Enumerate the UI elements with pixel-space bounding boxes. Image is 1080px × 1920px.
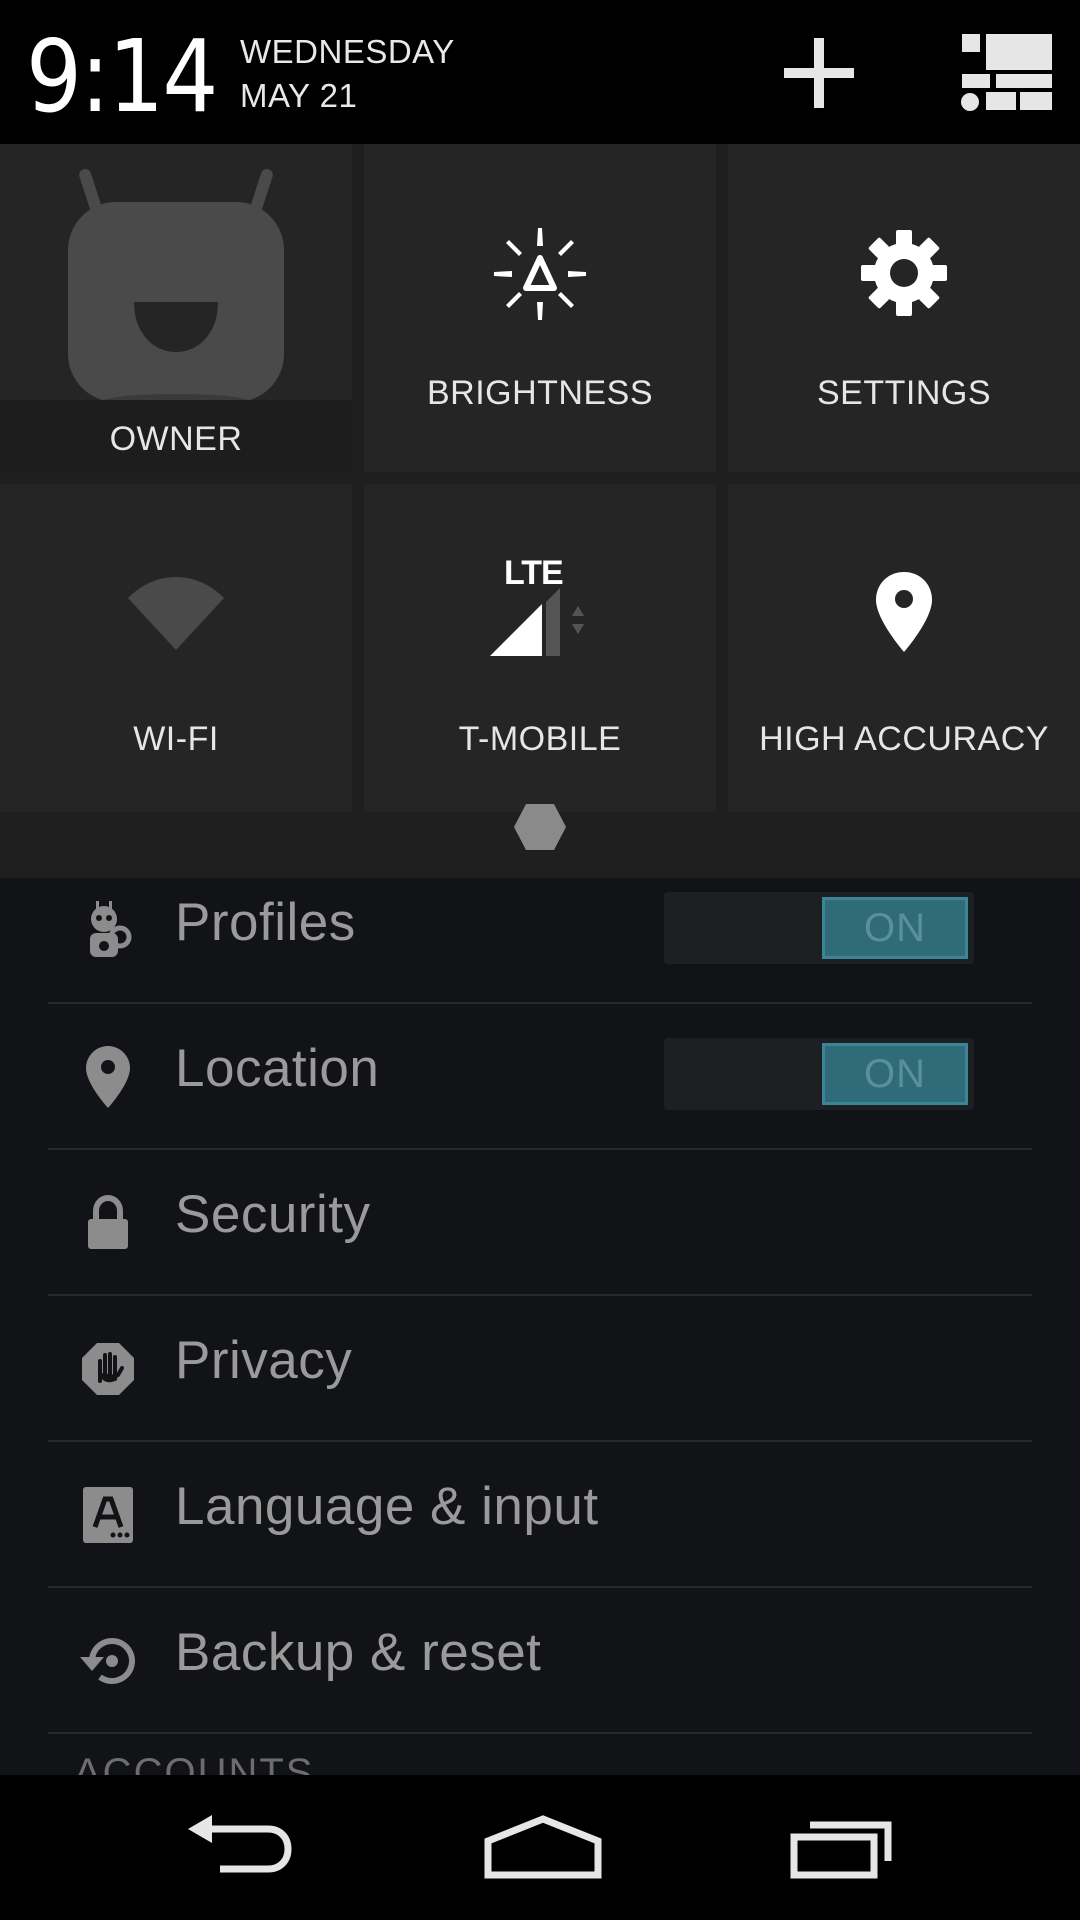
tile-location[interactable]: HIGH ACCURACY	[728, 484, 1080, 812]
settings-row-label: Location	[175, 1039, 380, 1098]
shade-header: 9:14 WEDNESDAY MAY 21	[0, 0, 1080, 144]
plus-icon	[784, 38, 854, 108]
tile-mobile-network[interactable]: LTE T-MOBILE	[364, 484, 716, 812]
profiles-toggle[interactable]: ON	[664, 892, 974, 964]
home-icon	[484, 1815, 602, 1879]
settings-row-label: Backup & reset	[175, 1623, 542, 1682]
back-icon	[188, 1815, 292, 1873]
toggle-thumb: ON	[822, 1043, 968, 1105]
location-pin-icon	[876, 572, 932, 652]
add-button[interactable]	[774, 28, 864, 118]
date[interactable]: WEDNESDAY MAY 21	[240, 30, 455, 118]
settings-row-backup[interactable]: Backup & reset	[48, 1588, 1032, 1734]
tile-label: HIGH ACCURACY	[759, 720, 1049, 758]
settings-row-security[interactable]: Security	[48, 1150, 1032, 1296]
recents-icon	[790, 1821, 892, 1879]
navigation-bar	[0, 1775, 1080, 1920]
tile-label: WI-FI	[133, 720, 219, 758]
tile-label: SETTINGS	[816, 374, 992, 412]
settings-row-location[interactable]: Location ON	[48, 1004, 1032, 1150]
wifi-icon	[128, 577, 224, 650]
clock[interactable]: 9:14	[26, 18, 218, 135]
brightness-auto-icon	[494, 228, 586, 320]
lock-icon	[78, 1193, 138, 1253]
settings-row-label: Language & input	[175, 1477, 599, 1536]
tile-label: BRIGHTNESS	[426, 374, 654, 412]
settings-row-label: Security	[175, 1185, 371, 1244]
settings-row-label: Privacy	[175, 1331, 353, 1390]
location-toggle[interactable]: ON	[664, 1038, 974, 1110]
profiles-icon	[78, 901, 138, 961]
privacy-hand-icon	[78, 1339, 138, 1399]
recents-button[interactable]	[780, 1805, 900, 1895]
settings-row-label: Profiles	[175, 893, 356, 952]
shade-handle-icon[interactable]	[512, 802, 568, 852]
screen: Profiles ON Location ON Security Privacy…	[0, 0, 1080, 1920]
toggle-thumb: ON	[822, 897, 968, 959]
tile-brightness[interactable]: BRIGHTNESS	[364, 144, 716, 472]
backup-restore-icon	[78, 1631, 138, 1691]
tiles-view-icon	[961, 34, 1052, 111]
back-button[interactable]	[180, 1805, 300, 1895]
network-type-label: LTE	[504, 554, 564, 592]
date-weekday: WEDNESDAY	[240, 33, 455, 70]
tile-label: T-MOBILE	[458, 720, 622, 758]
accounts-section-header: ACCOUNTS	[74, 1751, 315, 1775]
quick-settings-panel: OWNER BRIGHTNESS SETTINGS WI-FI LTE T-MO…	[0, 144, 1080, 878]
keyboard-a-icon	[78, 1485, 138, 1545]
tile-label: OWNER	[109, 420, 243, 458]
tile-settings[interactable]: SETTINGS	[728, 144, 1080, 472]
gear-icon	[861, 230, 947, 316]
location-icon	[78, 1046, 138, 1108]
home-button[interactable]	[478, 1805, 608, 1895]
tile-wifi[interactable]: WI-FI	[0, 484, 352, 812]
date-monthday: MAY 21	[240, 77, 358, 114]
settings-list: Profiles ON Location ON Security Privacy…	[0, 878, 1080, 1775]
settings-row-language[interactable]: Language & input	[48, 1442, 1032, 1588]
tile-owner[interactable]: OWNER	[0, 144, 352, 472]
toggle-tiles-button[interactable]	[958, 28, 1058, 118]
settings-row-profiles[interactable]: Profiles ON	[48, 878, 1032, 1004]
settings-row-privacy[interactable]: Privacy	[48, 1296, 1032, 1442]
